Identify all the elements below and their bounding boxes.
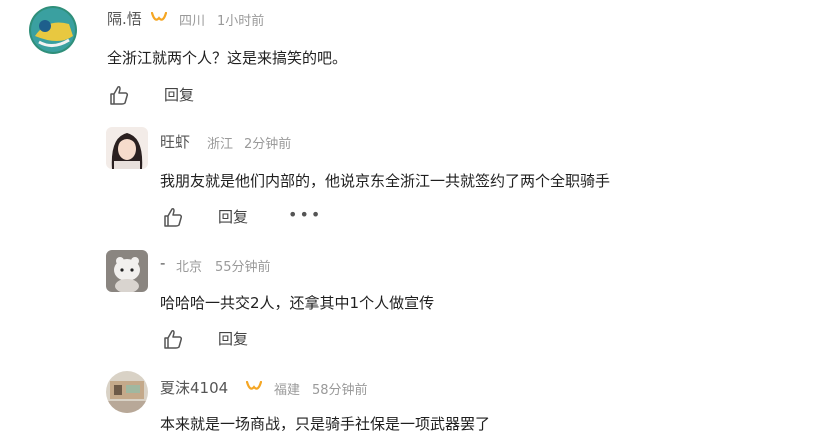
comment-location: 浙江	[207, 137, 234, 152]
comment-time: 55分钟前	[215, 260, 271, 275]
comment-time: 1小时前	[217, 14, 265, 29]
avatar[interactable]	[106, 371, 148, 413]
comment-location: 北京	[176, 260, 203, 275]
fan-badge-icon	[151, 12, 167, 21]
like-icon[interactable]	[108, 84, 130, 106]
like-icon[interactable]	[162, 206, 184, 228]
like-icon[interactable]	[162, 328, 184, 350]
username[interactable]: -	[160, 254, 165, 272]
comment-location: 福建	[274, 383, 301, 398]
comment-time: 2分钟前	[244, 137, 292, 152]
reply-button[interactable]: 回复	[218, 328, 248, 349]
reply-button[interactable]: 回复	[164, 84, 194, 105]
avatar[interactable]	[29, 6, 77, 54]
comment-time: 58分钟前	[312, 383, 368, 398]
comment-text: 我朋友就是他们内部的，他说京东全浙江一共就签约了两个全职骑手	[160, 172, 611, 190]
more-options-icon[interactable]: •••	[288, 205, 322, 224]
comment-text: 全浙江就两个人？这是来搞笑的吧。	[107, 49, 348, 67]
reply-button[interactable]: 回复	[218, 206, 248, 227]
comment-text: 本来就是一场商战，只是骑手社保是一项武器罢了	[160, 415, 491, 433]
comment-text: 哈哈哈一共交2人，还拿其中1个人做宣传	[160, 294, 435, 312]
avatar[interactable]	[106, 250, 148, 292]
comment-location: 四川	[179, 14, 206, 29]
username[interactable]: 旺虾	[160, 131, 190, 152]
avatar[interactable]	[106, 127, 148, 169]
username[interactable]: 夏沫4104	[160, 377, 228, 398]
username[interactable]: 隔.悟	[107, 8, 142, 29]
fan-badge-icon	[246, 381, 262, 390]
